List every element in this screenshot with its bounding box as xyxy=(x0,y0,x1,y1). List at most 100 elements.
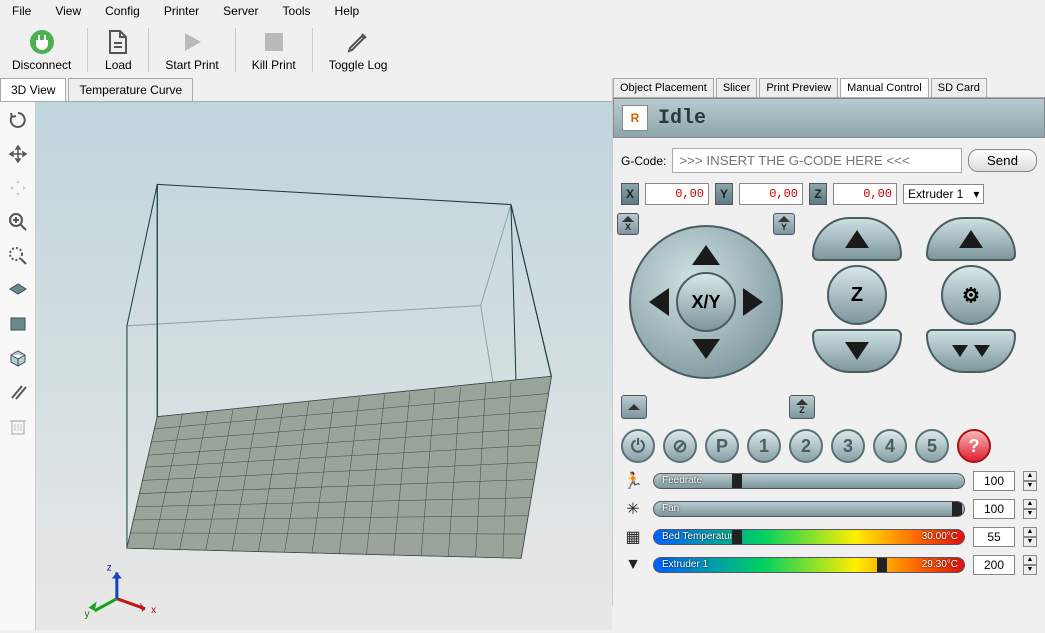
motors-off-button[interactable]: ⊘ xyxy=(663,429,697,463)
jog-y-plus-button[interactable] xyxy=(692,245,720,265)
bed-temp-slider[interactable]: Bed Temperature 30.00°C xyxy=(653,529,965,545)
disconnect-button[interactable]: Disconnect xyxy=(6,26,77,74)
preset-5-button[interactable]: 5 xyxy=(915,429,949,463)
extruder-select-value: Extruder 1 xyxy=(908,187,963,201)
preset-2-button[interactable]: 2 xyxy=(789,429,823,463)
feedrate-slider[interactable]: Feedrate xyxy=(653,473,965,489)
jog-xy-center-button[interactable]: X/Y xyxy=(676,272,736,332)
perspective-top-icon[interactable] xyxy=(4,276,32,304)
start-print-label: Start Print xyxy=(165,58,218,72)
extruder-label: Extruder 1 xyxy=(662,559,708,570)
perspective-front-icon[interactable] xyxy=(4,310,32,338)
toggle-log-label: Toggle Log xyxy=(329,58,388,72)
feedrate-value[interactable]: 100 xyxy=(973,471,1015,491)
zoom-fit-icon[interactable] xyxy=(4,242,32,270)
svg-text:x: x xyxy=(151,605,156,616)
tab-temperature-curve[interactable]: Temperature Curve xyxy=(68,78,193,101)
bed-temp-display: 30.00°C xyxy=(922,531,958,542)
fan-slider[interactable]: Fan xyxy=(653,501,965,517)
perspective-iso-icon[interactable] xyxy=(4,344,32,372)
x-label: X xyxy=(621,183,639,205)
tab-slicer[interactable]: Slicer xyxy=(716,78,758,97)
home-all-button[interactable] xyxy=(621,395,647,419)
help-button[interactable]: ? xyxy=(957,429,991,463)
move-icon[interactable] xyxy=(4,140,32,168)
bed-label: Bed Temperature xyxy=(662,531,739,542)
menu-config[interactable]: Config xyxy=(105,4,140,18)
bed-target-value[interactable]: 55 xyxy=(973,527,1015,547)
parallel-lines-icon[interactable] xyxy=(4,378,32,406)
menu-server[interactable]: Server xyxy=(223,4,258,18)
trash-icon[interactable] xyxy=(4,412,32,440)
menu-printer[interactable]: Printer xyxy=(164,4,199,18)
printer-status-bar: R Idle xyxy=(613,98,1045,138)
jog-x-plus-button[interactable] xyxy=(743,288,763,316)
tab-manual-control[interactable]: Manual Control xyxy=(840,78,929,97)
plug-icon xyxy=(28,28,56,56)
tab-object-placement[interactable]: Object Placement xyxy=(613,78,714,97)
y-value: 0,00 xyxy=(739,183,803,205)
viewport-toolbar xyxy=(0,102,36,630)
z-value: 0,00 xyxy=(833,183,897,205)
svg-text:y: y xyxy=(85,609,91,620)
home-z-button[interactable]: Z xyxy=(789,395,815,419)
home-x-button[interactable]: X xyxy=(617,213,639,235)
fan-spinner[interactable]: ▲▼ xyxy=(1023,499,1037,519)
reset-view-icon[interactable] xyxy=(4,106,32,134)
fan-value[interactable]: 100 xyxy=(973,499,1015,519)
preset-1-button[interactable]: 1 xyxy=(747,429,781,463)
y-label: Y xyxy=(715,183,733,205)
extruder-gear-button[interactable] xyxy=(941,265,1001,325)
bed-spinner[interactable]: ▲▼ xyxy=(1023,527,1037,547)
right-tab-bar: Object Placement Slicer Print Preview Ma… xyxy=(613,78,1045,98)
preset-3-button[interactable]: 3 xyxy=(831,429,865,463)
main-toolbar: Disconnect Load Start Print Kill Print T… xyxy=(0,22,1045,78)
disconnect-label: Disconnect xyxy=(12,58,71,72)
pencil-icon xyxy=(344,28,372,56)
coordinates-row: X 0,00 Y 0,00 Z 0,00 Extruder 1▾ xyxy=(613,183,1045,213)
tab-sd-card[interactable]: SD Card xyxy=(931,78,987,97)
toggle-log-button[interactable]: Toggle Log xyxy=(323,26,394,74)
move-disabled-icon[interactable] xyxy=(4,174,32,202)
extruder-target-value[interactable]: 200 xyxy=(973,555,1015,575)
extruder-select[interactable]: Extruder 1▾ xyxy=(903,184,984,204)
3d-viewport[interactable]: x y z xyxy=(36,102,612,630)
status-text: Idle xyxy=(658,107,706,130)
load-button[interactable]: Load xyxy=(98,26,138,74)
menu-help[interactable]: Help xyxy=(335,4,360,18)
send-button[interactable]: Send xyxy=(968,149,1037,172)
kill-print-button[interactable]: Kill Print xyxy=(246,26,302,74)
home-y-button[interactable]: Y xyxy=(773,213,795,235)
left-pane: 3D View Temperature Curve xyxy=(0,78,613,606)
menu-tools[interactable]: Tools xyxy=(283,4,311,18)
extruder-spinner[interactable]: ▲▼ xyxy=(1023,555,1037,575)
feedrate-icon: 🏃 xyxy=(621,471,645,491)
z-label: Z xyxy=(809,183,827,205)
jog-x-minus-button[interactable] xyxy=(649,288,669,316)
zoom-in-icon[interactable] xyxy=(4,208,32,236)
tab-print-preview[interactable]: Print Preview xyxy=(759,78,838,97)
extrude-button[interactable] xyxy=(926,329,1016,373)
load-label: Load xyxy=(105,58,132,72)
jog-y-minus-button[interactable] xyxy=(692,339,720,359)
extruder-temp-slider[interactable]: Extruder 1 29.30°C xyxy=(653,557,965,573)
feedrate-spinner[interactable]: ▲▼ xyxy=(1023,471,1037,491)
jog-z-minus-button[interactable] xyxy=(812,329,902,373)
bed-icon: ▦ xyxy=(621,527,645,547)
park-button[interactable]: P xyxy=(705,429,739,463)
gcode-input[interactable] xyxy=(672,148,962,173)
menu-view[interactable]: View xyxy=(55,4,81,18)
start-print-button[interactable]: Start Print xyxy=(159,26,224,74)
menu-file[interactable]: File xyxy=(12,4,31,18)
build-volume-render: x y z xyxy=(36,102,612,630)
kill-print-label: Kill Print xyxy=(252,58,296,72)
tab-3d-view[interactable]: 3D View xyxy=(0,78,66,101)
svg-text:z: z xyxy=(107,562,112,573)
retract-button[interactable] xyxy=(926,217,1016,261)
extruder-icon: ▼ xyxy=(621,556,645,574)
jog-xy-pad: X Y X/Y xyxy=(621,217,791,387)
preset-4-button[interactable]: 4 xyxy=(873,429,907,463)
jog-z-plus-button[interactable] xyxy=(812,217,902,261)
power-button[interactable]: ⏻ xyxy=(621,429,655,463)
jog-z-center-button[interactable]: Z xyxy=(827,265,887,325)
